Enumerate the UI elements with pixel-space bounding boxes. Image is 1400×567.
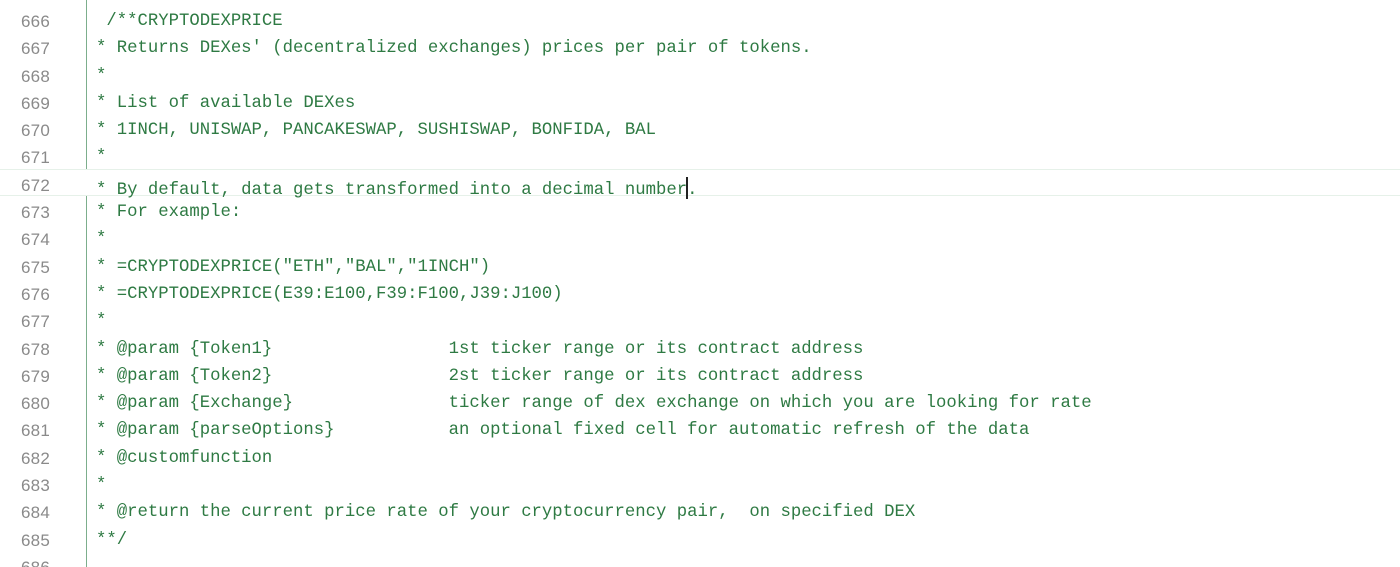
line-text: * For example: xyxy=(96,203,242,223)
code-line[interactable]: 686 xyxy=(0,551,1400,567)
line-text: * @param {Token1} 1st ticker range or it… xyxy=(96,339,864,359)
line-number: 668 xyxy=(21,66,50,86)
line-number: 684 xyxy=(21,503,50,523)
line-number: 681 xyxy=(21,421,50,441)
code-line[interactable]: 674 * xyxy=(0,223,1400,250)
line-number: 680 xyxy=(21,394,50,414)
code-lines: 666 /**CRYPTODEXPRICE 667 * Returns DEXe… xyxy=(0,5,1400,567)
line-text: * Returns DEXes' (decentralized exchange… xyxy=(96,39,812,59)
line-text: * =CRYPTODEXPRICE(E39:E100,F39:F100,J39:… xyxy=(96,284,563,304)
line-text: * xyxy=(96,66,107,86)
code-line[interactable]: 670 * 1INCH, UNISWAP, PANCAKESWAP, SUSHI… xyxy=(0,114,1400,141)
line-number: 682 xyxy=(21,448,50,468)
line-number: 683 xyxy=(21,476,50,496)
line-text: **/ xyxy=(96,530,128,550)
line-number: 678 xyxy=(21,339,50,359)
line-text: * @param {Token2} 2st ticker range or it… xyxy=(96,366,864,386)
active-code-line[interactable]: 672 * By default, data gets transformed … xyxy=(0,168,1400,199)
line-text: * =CRYPTODEXPRICE("ETH","BAL","1INCH") xyxy=(96,257,491,277)
code-line[interactable]: 669 * List of available DEXes xyxy=(0,87,1400,114)
code-line[interactable]: 675 * =CRYPTODEXPRICE("ETH","BAL","1INCH… xyxy=(0,251,1400,278)
code-line[interactable]: 685 **/ xyxy=(0,524,1400,551)
line-number: 666 xyxy=(21,12,50,31)
code-line[interactable]: 673 * For example: xyxy=(0,196,1400,223)
line-number: 675 xyxy=(21,257,50,277)
line-text: * xyxy=(96,148,107,168)
line-number: 671 xyxy=(21,148,50,168)
code-line[interactable]: 678 * @param {Token1} 1st ticker range o… xyxy=(0,333,1400,360)
line-number: 667 xyxy=(21,39,50,59)
line-text: * List of available DEXes xyxy=(96,93,356,113)
line-number: 677 xyxy=(21,312,50,332)
code-line[interactable]: 671 * xyxy=(0,141,1400,168)
line-number: 669 xyxy=(21,93,50,113)
line-number: 674 xyxy=(21,230,50,250)
code-line[interactable]: 676 * =CRYPTODEXPRICE(E39:E100,F39:F100,… xyxy=(0,278,1400,305)
code-line[interactable]: 683 * xyxy=(0,469,1400,496)
line-number: 670 xyxy=(21,121,50,141)
line-number: 672 xyxy=(21,175,50,195)
code-line[interactable]: 668 * xyxy=(0,60,1400,87)
line-number: 686 xyxy=(0,559,50,567)
code-line[interactable]: 684 * @return the current price rate of … xyxy=(0,496,1400,523)
line-number: 679 xyxy=(21,366,50,386)
line-text: * @return the current price rate of your… xyxy=(96,503,916,523)
line-text: * xyxy=(96,476,107,496)
line-number: 673 xyxy=(21,203,50,223)
code-line[interactable]: 681 * @param {parseOptions} an optional … xyxy=(0,414,1400,441)
line-number: 685 xyxy=(21,530,50,550)
code-line[interactable]: 680 * @param {Exchange} ticker range of … xyxy=(0,387,1400,414)
line-text: * xyxy=(96,312,107,332)
line-number: 676 xyxy=(21,284,50,304)
code-editor[interactable]: 666 /**CRYPTODEXPRICE 667 * Returns DEXe… xyxy=(0,0,1400,567)
code-line[interactable]: 667 * Returns DEXes' (decentralized exch… xyxy=(0,32,1400,59)
line-text: * @customfunction xyxy=(96,448,273,468)
code-line[interactable]: 666 /**CRYPTODEXPRICE xyxy=(0,5,1400,32)
line-text: /**CRYPTODEXPRICE xyxy=(96,12,283,31)
line-text: * @param {parseOptions} an optional fixe… xyxy=(96,421,1030,441)
line-text: * 1INCH, UNISWAP, PANCAKESWAP, SUSHISWAP… xyxy=(96,121,657,141)
code-line[interactable]: 682 * @customfunction xyxy=(0,442,1400,469)
code-line[interactable]: 677 * xyxy=(0,305,1400,332)
code-line[interactable]: 679 * @param {Token2} 2st ticker range o… xyxy=(0,360,1400,387)
line-text: * @param {Exchange} ticker range of dex … xyxy=(96,394,1092,414)
line-text: * xyxy=(96,230,107,250)
